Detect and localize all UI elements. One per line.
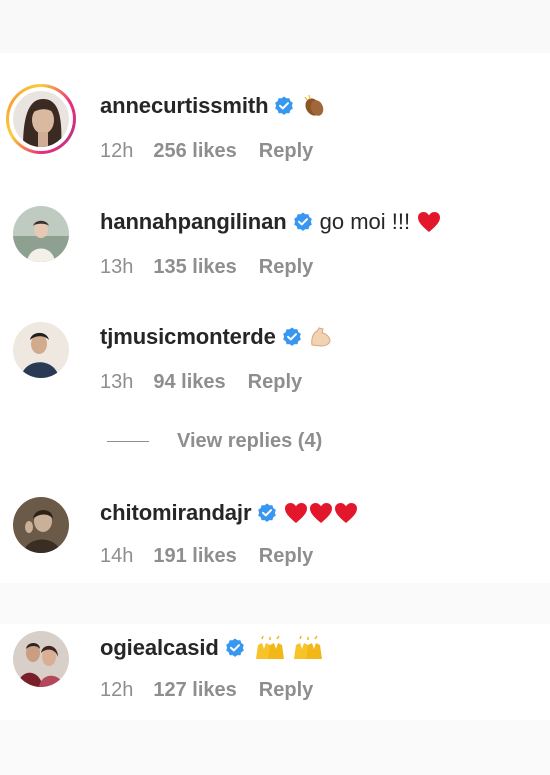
red-heart-icon bbox=[285, 503, 358, 523]
comment-time: 13h bbox=[100, 371, 134, 393]
reply-button[interactable]: Reply bbox=[248, 371, 302, 394]
comment-username[interactable]: tjmusicmonterde bbox=[100, 324, 276, 350]
comment-text: go moi !!! bbox=[319, 209, 411, 234]
comment-time: 14h bbox=[100, 545, 134, 567]
view-replies-button[interactable]: View replies (4) bbox=[107, 430, 322, 453]
comment-time: 12h bbox=[100, 140, 134, 162]
comment-item: hannahpangilinan go moi !!! 13h 135 like… bbox=[0, 168, 550, 283]
top-band bbox=[0, 0, 550, 53]
comment-emoji bbox=[309, 325, 333, 349]
comment-likes[interactable]: 256 likes bbox=[153, 140, 236, 163]
comment-emoji bbox=[417, 211, 441, 233]
comment-item: ogiealcasid 12h 127 likes Reply bbox=[0, 624, 550, 720]
comment-likes[interactable]: 127 likes bbox=[153, 679, 236, 702]
reply-button[interactable]: Reply bbox=[259, 545, 313, 568]
view-replies-label[interactable]: View replies (4) bbox=[177, 430, 322, 453]
verified-badge-icon bbox=[293, 212, 312, 231]
verified-badge-icon bbox=[258, 503, 277, 522]
comment-username[interactable]: annecurtissmith bbox=[100, 93, 269, 119]
comment-username[interactable]: chitomirandajr bbox=[100, 500, 252, 526]
reply-button[interactable]: Reply bbox=[259, 140, 313, 163]
comment-time: 13h bbox=[100, 256, 134, 278]
raising-hands-icon bbox=[255, 635, 322, 659]
comment-username[interactable]: ogiealcasid bbox=[100, 635, 219, 661]
comment-likes[interactable]: 191 likes bbox=[153, 545, 236, 568]
comment-emoji bbox=[301, 93, 373, 119]
divider bbox=[107, 441, 149, 442]
comment-emoji bbox=[284, 502, 358, 524]
comment-item: tjmusicmonterde 13h 94 likes Reply bbox=[0, 283, 550, 398]
comment-likes[interactable]: 135 likes bbox=[153, 256, 236, 279]
avatar[interactable] bbox=[13, 206, 69, 262]
verified-badge-icon bbox=[225, 638, 244, 657]
avatar[interactable] bbox=[13, 322, 69, 378]
verified-badge-icon bbox=[282, 327, 301, 346]
clapping-hands-icon bbox=[304, 94, 324, 116]
verified-badge-icon bbox=[275, 96, 294, 115]
reply-button[interactable]: Reply bbox=[259, 679, 313, 702]
comment-likes[interactable]: 94 likes bbox=[153, 371, 225, 394]
flexed-biceps-icon bbox=[311, 327, 331, 347]
bottom-band bbox=[0, 720, 550, 775]
red-heart-icon bbox=[418, 212, 441, 232]
comment-time: 12h bbox=[100, 679, 134, 701]
comment-item: annecurtissmith 12h 256 likes Reply bbox=[0, 53, 550, 168]
story-ring[interactable] bbox=[6, 84, 76, 154]
avatar[interactable] bbox=[13, 497, 69, 553]
reply-button[interactable]: Reply bbox=[259, 256, 313, 279]
comment-username[interactable]: hannahpangilinan bbox=[100, 209, 287, 235]
avatar[interactable] bbox=[13, 631, 69, 687]
comment-item: chitomirandajr 14h 191 likes Reply bbox=[0, 470, 550, 583]
avatar[interactable] bbox=[13, 91, 69, 147]
comment-emoji bbox=[252, 635, 328, 661]
